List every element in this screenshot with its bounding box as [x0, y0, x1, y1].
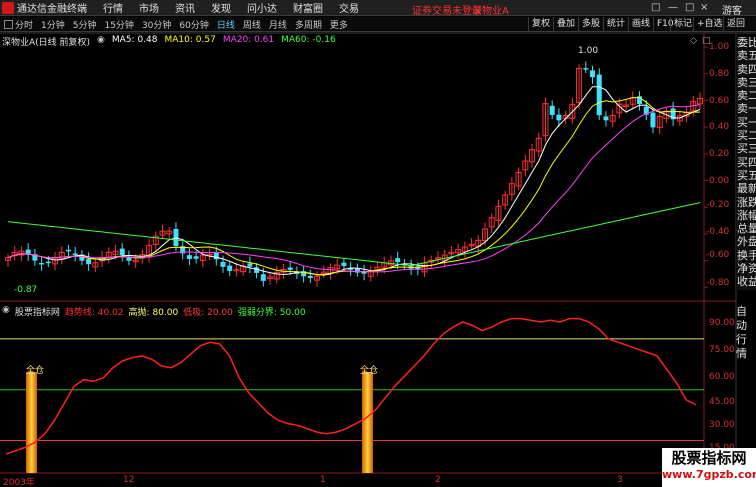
main-y-tick: 0.80: [709, 69, 730, 79]
high-price-annotation: 1.00: [578, 46, 599, 56]
quote-field[interactable]: 卖四: [736, 64, 756, 77]
candle-body: [556, 114, 562, 121]
watermark-logo: 股票指标网 www.7gpzb.com: [662, 448, 756, 487]
watermark-title: 股票指标网: [671, 449, 747, 467]
quote-field[interactable]: 买一: [736, 117, 756, 130]
auto-label: 自动: [736, 305, 747, 332]
candle-body: [590, 70, 596, 78]
signal-bar: [26, 372, 37, 473]
candle-body: [220, 261, 226, 267]
candle-body: [549, 105, 555, 115]
main-y-tick: -0.80: [706, 278, 730, 288]
quote-label: 行情: [736, 333, 747, 360]
ind-y-tick: 75.00: [709, 345, 735, 355]
quote-field[interactable]: 换手: [736, 250, 756, 263]
kline-chart-canvas[interactable]: [0, 0, 756, 487]
main-y-tick: 0.40: [709, 122, 730, 132]
x-axis-tick: 2: [435, 475, 441, 485]
candle-body: [287, 267, 293, 270]
quote-field[interactable]: 净资: [736, 263, 756, 276]
main-y-tick: 0.20: [709, 149, 730, 159]
ma5-line: [7, 86, 701, 276]
x-axis-tick: 2003年: [3, 478, 35, 487]
candle-body: [39, 262, 45, 265]
ma60-line: [7, 202, 701, 267]
main-y-tick: 0.00: [709, 176, 730, 186]
candle-body: [583, 68, 589, 70]
candle-body: [173, 228, 179, 246]
main-y-tick: -0.60: [706, 250, 730, 260]
side-quote-panel: 委比 卖五 卖四 卖三 卖二 卖一 买一 买二 买三 买四 买五 最新 涨跌 涨…: [736, 37, 756, 290]
candle-body: [650, 112, 656, 128]
candle-body: [119, 248, 125, 256]
ind-y-tick: 90.00: [709, 318, 735, 328]
quote-field[interactable]: 涨幅: [736, 210, 756, 223]
ma10-line: [7, 97, 701, 276]
candle-body: [86, 259, 92, 265]
quote-field[interactable]: 买二: [736, 130, 756, 143]
candle-body: [186, 255, 192, 259]
quote-field[interactable]: 收益: [736, 276, 756, 289]
candle-body: [72, 253, 78, 255]
quote-field[interactable]: 买五: [736, 170, 756, 183]
candle-body: [260, 274, 266, 281]
x-axis-tick: 1: [320, 475, 326, 485]
quote-field[interactable]: 买四: [736, 157, 756, 170]
main-y-tick: -0.40: [706, 227, 730, 237]
quote-field[interactable]: 卖三: [736, 77, 756, 90]
auto-quote-toggle[interactable]: 自动 行情: [736, 305, 756, 361]
watermark-url: www.7gpzb.com: [662, 468, 756, 481]
quote-field[interactable]: 涨跌: [736, 197, 756, 210]
candle-body: [227, 265, 233, 271]
x-axis-tick: 3: [617, 475, 623, 485]
low-price-annotation: -0.87: [14, 285, 38, 295]
candle-body: [45, 261, 51, 264]
candle-body: [307, 275, 313, 278]
signal-label: 全仓: [360, 366, 379, 376]
main-y-tick: 1.00: [709, 42, 730, 52]
quote-field[interactable]: 外盘: [736, 236, 756, 249]
candle-body: [213, 252, 219, 260]
candle-body: [65, 249, 71, 252]
quote-field[interactable]: 最新: [736, 183, 756, 196]
ind-y-tick: 45.00: [709, 397, 735, 407]
candle-body: [603, 116, 609, 121]
quote-field[interactable]: 总量: [736, 223, 756, 236]
signal-label: 全仓: [26, 366, 45, 376]
quote-field[interactable]: 卖二: [736, 90, 756, 103]
candle-body: [395, 258, 401, 263]
candle-body: [247, 263, 253, 267]
main-y-tick: -0.20: [706, 200, 730, 210]
ma20-line: [7, 104, 701, 273]
quote-field[interactable]: 卖五: [736, 50, 756, 63]
ind-y-tick: 30.00: [709, 420, 735, 430]
candle-body: [193, 256, 199, 259]
quote-field[interactable]: 委比: [736, 37, 756, 50]
candle-body: [596, 74, 602, 116]
ind-y-tick: 60.00: [709, 372, 735, 382]
signal-bar: [362, 372, 373, 473]
quote-field[interactable]: 卖一: [736, 103, 756, 116]
quote-field[interactable]: 买三: [736, 143, 756, 156]
x-axis-tick: 12: [123, 475, 135, 485]
candle-body: [341, 262, 347, 266]
main-y-tick: 0.60: [709, 96, 730, 106]
